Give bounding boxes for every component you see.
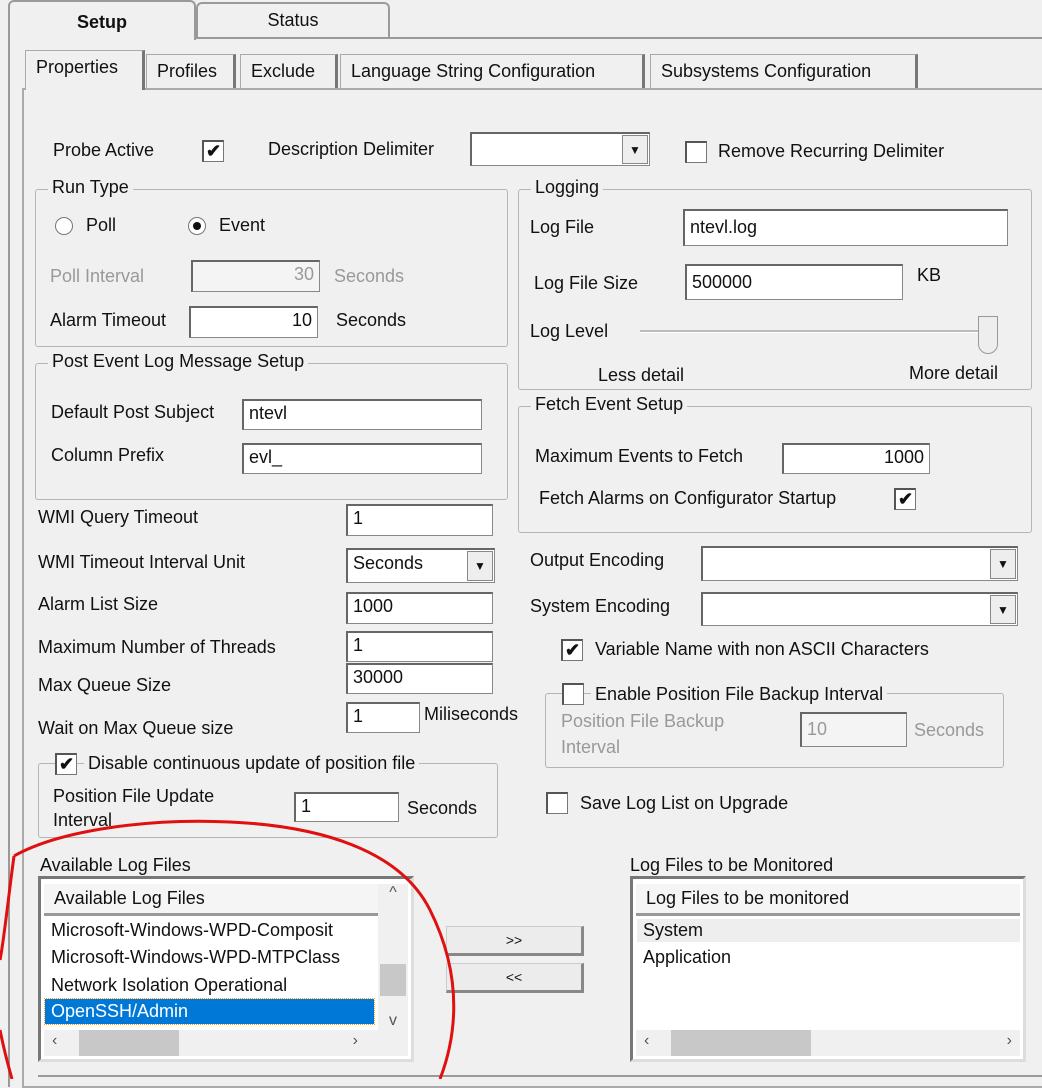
tab-properties[interactable]: Properties xyxy=(25,50,145,90)
tab-setup[interactable]: Setup xyxy=(8,0,196,40)
red-annotation-circle xyxy=(0,819,456,1079)
